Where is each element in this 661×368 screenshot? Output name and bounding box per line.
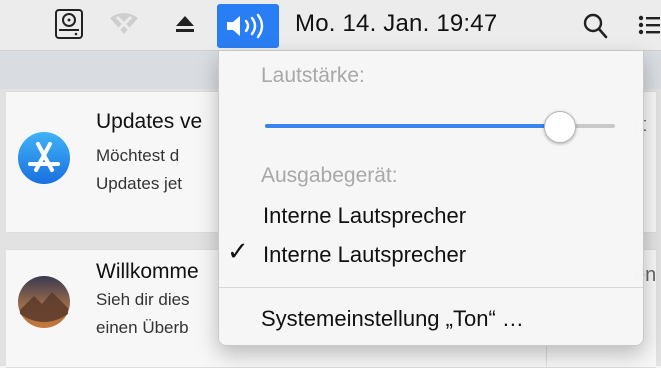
volume-dropdown-menu: Lautstärke: Ausgabegerät: Interne Lautsp…	[218, 51, 644, 346]
output-device-label: Ausgabegerät:	[261, 164, 398, 187]
notification-title: Updates ve	[96, 110, 203, 133]
menubar-clock[interactable]: Mo. 14. Jan. 19:47	[295, 10, 497, 38]
checkmark-icon: ✓	[227, 236, 249, 266]
notification-text-line: Updates jet	[96, 174, 182, 193]
output-device-item-selected[interactable]: Interne Lautsprecher	[263, 242, 466, 268]
notification-title: Willkomme	[96, 260, 199, 283]
notification-text-line: einen Überb	[96, 318, 189, 337]
notification-text-line: Möchtest d	[96, 146, 180, 165]
eject-icon[interactable]	[174, 14, 196, 34]
sound-settings-item[interactable]: Systemeinstellung „Ton“ …	[261, 306, 524, 332]
notification-text-line: Sieh dir dies	[96, 290, 190, 309]
volume-menu-button[interactable]	[217, 4, 279, 48]
menu-bar: Mo. 14. Jan. 19:47	[0, 0, 661, 51]
menu-separator	[219, 287, 643, 288]
volume-slider-fill	[265, 124, 559, 128]
volume-slider-knob[interactable]	[544, 111, 576, 143]
search-icon[interactable]	[582, 12, 608, 40]
volume-label: Lautstärke:	[261, 64, 365, 87]
high-sierra-icon	[16, 274, 72, 335]
wifi-icon[interactable]	[108, 12, 140, 36]
output-device-item[interactable]: Interne Lautsprecher	[263, 203, 466, 229]
volume-icon	[227, 13, 264, 39]
app-store-icon	[16, 130, 72, 191]
list-icon[interactable]	[638, 14, 660, 36]
disk-icon[interactable]	[54, 8, 84, 40]
